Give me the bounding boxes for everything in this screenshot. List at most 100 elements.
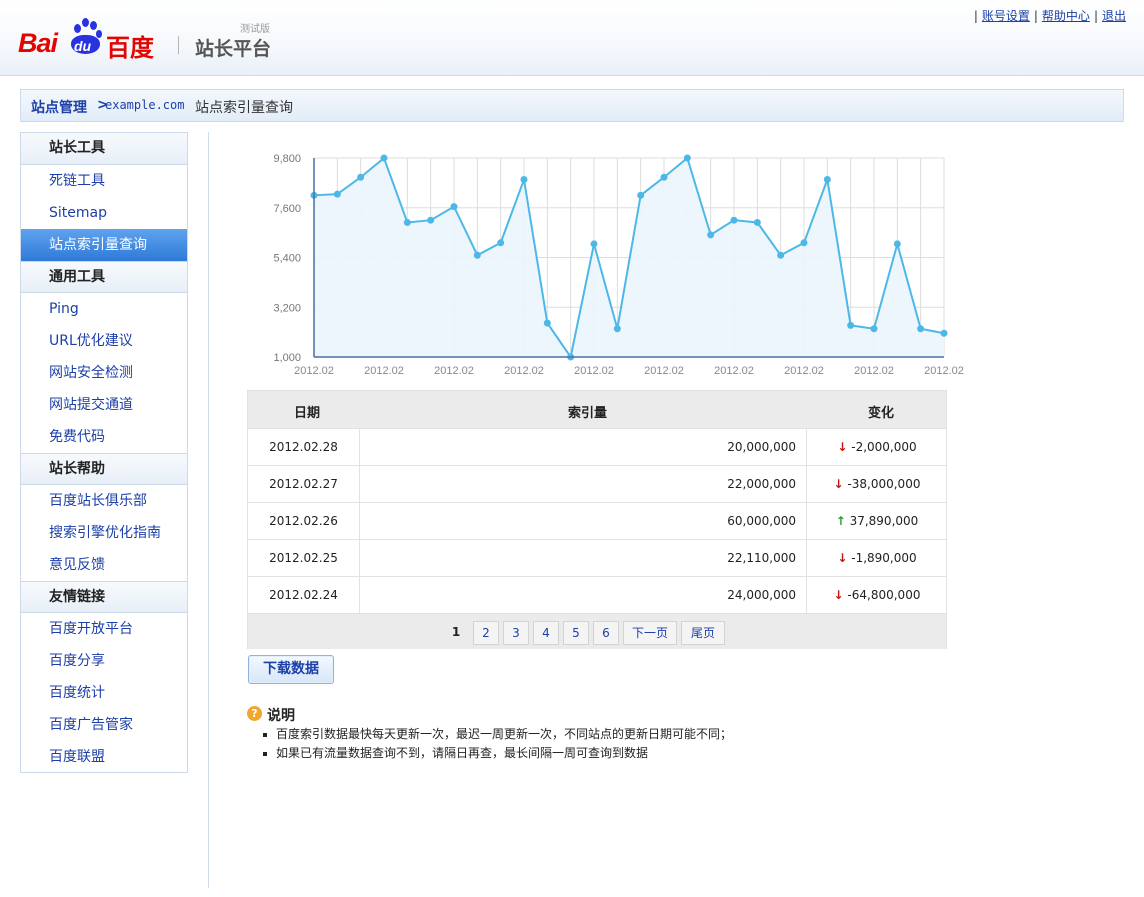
sidebar: 站长工具 死链工具 Sitemap 站点索引量查询 通用工具 Ping URL优… <box>20 132 188 773</box>
page-link[interactable]: 6 <box>593 621 619 645</box>
page-title: 站点索引量查询 <box>195 100 293 116</box>
sidebar-item-index-query[interactable]: 站点索引量查询 <box>21 229 187 261</box>
data-point <box>800 239 808 247</box>
data-point <box>380 154 388 162</box>
sidebar-item-seo-guide[interactable]: 搜索引擎优化指南 <box>21 517 187 549</box>
data-point <box>870 325 878 333</box>
data-point <box>847 321 855 329</box>
change-value: -2,000,000 <box>851 440 917 454</box>
sidebar-item-union[interactable]: 百度联盟 <box>21 741 187 773</box>
link-separator: | <box>1093 9 1098 23</box>
cell-date: 2012.02.24 <box>269 588 338 602</box>
cell-date: 2012.02.26 <box>269 514 338 528</box>
data-point <box>357 173 365 181</box>
download-data-button[interactable]: 下载数据 <box>248 655 334 684</box>
cell-count: 22,110,000 <box>359 540 807 576</box>
data-point <box>707 231 715 239</box>
sidebar-item-sitemap[interactable]: Sitemap <box>21 197 187 229</box>
change-value: -64,800,000 <box>847 588 921 602</box>
arrow-down-icon: ↓ <box>837 440 848 454</box>
data-point <box>520 175 528 183</box>
next-page-link[interactable]: 下一页 <box>623 621 677 645</box>
sidebar-item-free-code[interactable]: 免费代码 <box>21 421 187 453</box>
page-header: Bai du 百度 站长平台 测试版 | 账号设置 | 帮助中心 | 退出 <box>0 0 1144 76</box>
change-value: -1,890,000 <box>851 551 917 565</box>
page-link[interactable]: 3 <box>503 621 529 645</box>
index-table: 日期 索引量 变化 2012.02.28 20,000,000 ↓ -2,000… <box>247 390 947 649</box>
index-trend-chart: 1,000 3,200 5,400 7,600 9,800 2012.02 2012.02 2… <box>273 153 964 377</box>
cell-date: 2012.02.25 <box>269 551 338 565</box>
x-tick-label: 2012.02 <box>924 365 964 377</box>
sidebar-item-statistics[interactable]: 百度统计 <box>21 677 187 709</box>
data-point <box>543 319 551 327</box>
table-row: 2012.02.28 20,000,000 ↓ -2,000,000 <box>248 428 946 465</box>
link-separator: | <box>1033 9 1038 23</box>
logo-du-text: du <box>74 38 92 54</box>
sidebar-item-open-platform[interactable]: 百度开放平台 <box>21 613 187 645</box>
logo-subtitle: 站长平台 <box>195 38 272 60</box>
sidebar-group-title: 站长帮助 <box>21 453 187 485</box>
header-count: 索引量 <box>568 406 608 421</box>
content-divider <box>208 132 209 888</box>
help-center-link[interactable]: 帮助中心 <box>1042 9 1090 23</box>
page-link[interactable]: 4 <box>533 621 559 645</box>
change-value: 37,890,000 <box>849 514 919 528</box>
cell-date: 2012.02.27 <box>269 477 338 491</box>
data-point <box>333 190 341 198</box>
sidebar-item-security-check[interactable]: 网站安全检测 <box>21 357 187 389</box>
data-point <box>637 191 645 199</box>
table-row: 2012.02.27 22,000,000 ↓ -38,000,000 <box>248 465 946 502</box>
change-value: -38,000,000 <box>847 477 921 491</box>
pagination: 1 2 3 4 5 6 下一页 尾页 <box>248 613 946 649</box>
table-header: 日期 索引量 变化 <box>248 391 946 429</box>
x-tick-label: 2012.02 <box>504 365 544 377</box>
cell-count: 24,000,000 <box>359 577 807 613</box>
breadcrumb-root[interactable]: 站点管理 <box>31 97 87 117</box>
sidebar-item-submit-channel[interactable]: 网站提交通道 <box>21 389 187 421</box>
arrow-up-icon: ↑ <box>835 514 846 528</box>
sidebar-item-feedback[interactable]: 意见反馈 <box>21 549 187 581</box>
account-settings-link[interactable]: 账号设置 <box>982 9 1030 23</box>
page-link[interactable]: 2 <box>473 621 499 645</box>
data-point <box>777 251 785 259</box>
paw-icon: du <box>68 18 102 54</box>
page-link[interactable]: 5 <box>563 621 589 645</box>
data-point <box>660 173 668 181</box>
sidebar-item-share[interactable]: 百度分享 <box>21 645 187 677</box>
data-point <box>473 251 481 259</box>
sidebar-item-dead-links[interactable]: 死链工具 <box>21 165 187 197</box>
logo-bai-text: Bai <box>18 28 58 58</box>
note-title: 说明 <box>267 708 295 724</box>
y-tick-label: 1,000 <box>273 352 301 364</box>
x-tick-label: 2012.02 <box>784 365 824 377</box>
sidebar-item-url-advice[interactable]: URL优化建议 <box>21 325 187 357</box>
data-point <box>613 325 621 333</box>
y-tick-label: 9,800 <box>273 153 301 165</box>
sidebar-group-title: 站长工具 <box>21 133 187 165</box>
breadcrumb-site[interactable]: example.com <box>105 98 184 112</box>
cell-count: 60,000,000 <box>359 503 807 539</box>
sidebar-group-title: 通用工具 <box>21 261 187 293</box>
page-current: 1 <box>451 625 461 639</box>
x-tick-label: 2012.02 <box>644 365 684 377</box>
data-point <box>427 216 435 224</box>
last-page-link[interactable]: 尾页 <box>681 621 725 645</box>
data-point <box>917 325 925 333</box>
cell-date: 2012.02.28 <box>269 440 338 454</box>
data-point <box>730 216 738 224</box>
cell-change: ↓ -38,000,000 <box>808 477 946 491</box>
arrow-down-icon: ↓ <box>837 551 848 565</box>
x-tick-label: 2012.02 <box>574 365 614 377</box>
list-item: 如果已有流量数据查询不到，请隔日再查，最长间隔一周可查询到数据 <box>263 744 732 763</box>
note-text: 如果已有流量数据查询不到，请隔日再查，最长间隔一周可查询到数据 <box>276 746 649 760</box>
sidebar-item-club[interactable]: 百度站长俱乐部 <box>21 485 187 517</box>
sidebar-item-ad-manager[interactable]: 百度广告管家 <box>21 709 187 741</box>
help-question-icon: ? <box>247 706 262 721</box>
link-separator: | <box>973 9 978 23</box>
logout-link[interactable]: 退出 <box>1102 9 1126 23</box>
arrow-down-icon: ↓ <box>833 588 844 602</box>
data-point <box>403 218 411 226</box>
sidebar-item-ping[interactable]: Ping <box>21 293 187 325</box>
logo-cn-text: 百度 <box>106 34 154 62</box>
top-links: | 账号设置 | 帮助中心 | 退出 <box>970 7 1126 24</box>
